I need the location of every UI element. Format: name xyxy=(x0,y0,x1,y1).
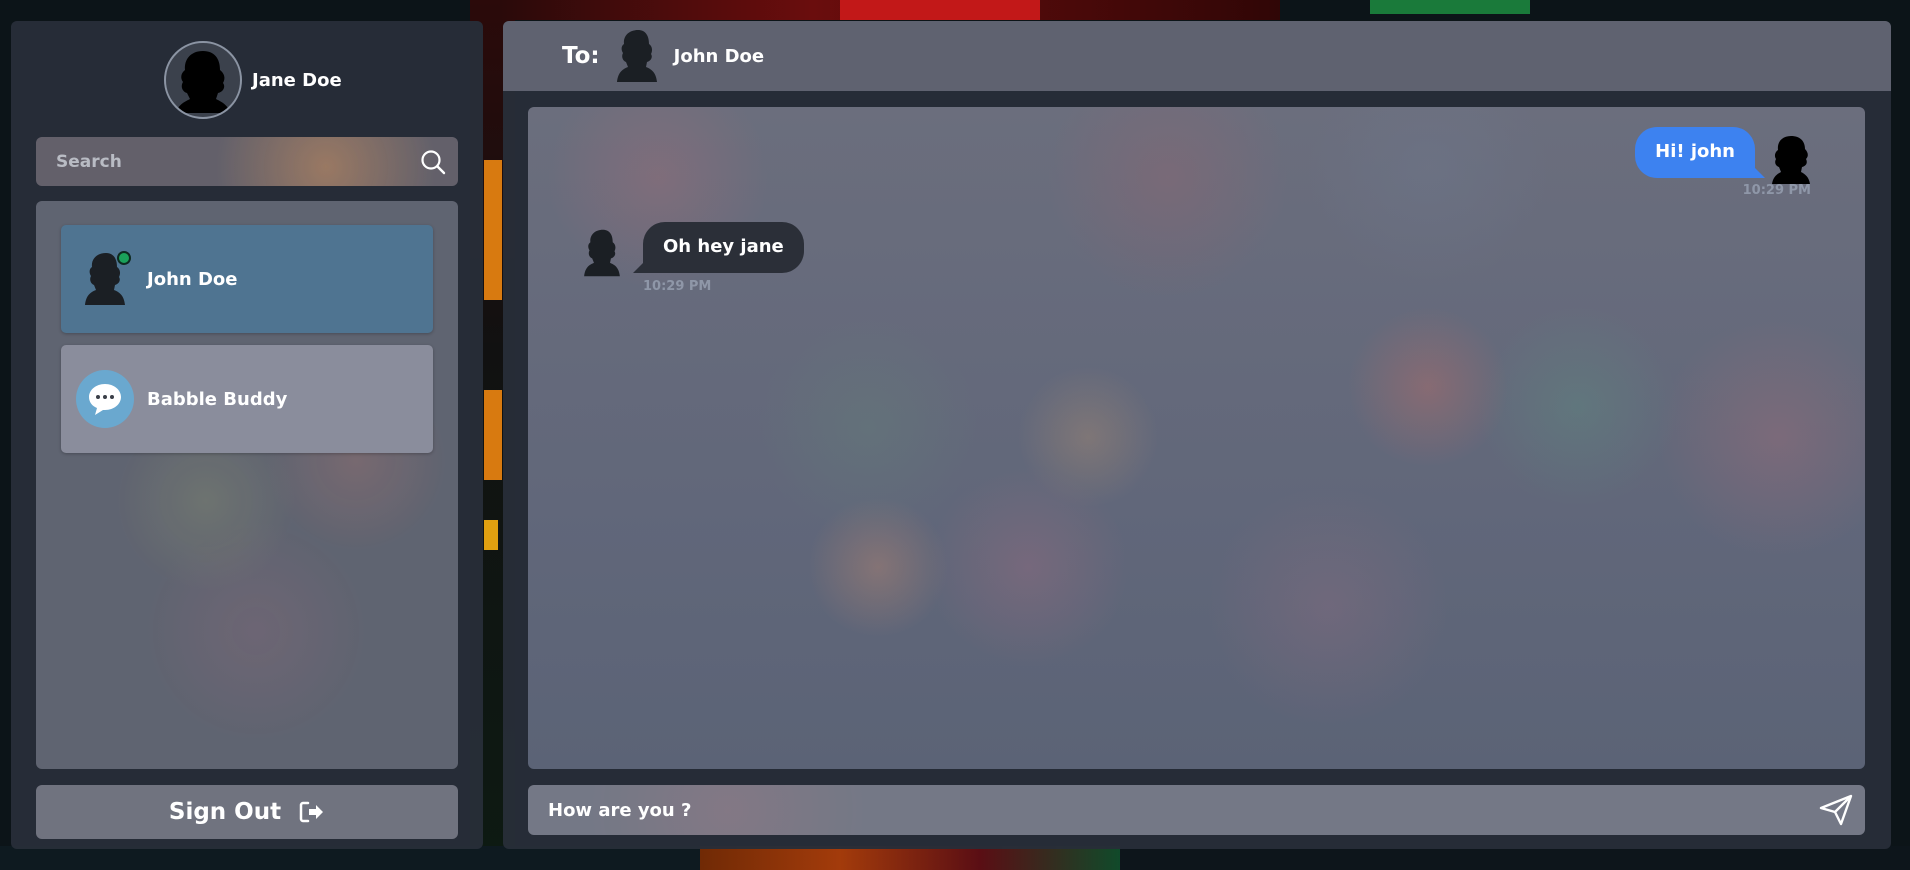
search-input[interactable] xyxy=(36,137,406,186)
recipient-name: John Doe xyxy=(673,45,765,67)
message-timestamp: 10:29 PM xyxy=(643,279,712,294)
message-bubble-incoming: Oh hey jane xyxy=(633,222,804,273)
online-status-indicator xyxy=(117,251,131,265)
user-profile: Jane Doe xyxy=(164,41,342,119)
message-input[interactable] xyxy=(528,785,1798,835)
contact-item-john-doe[interactable]: John Doe xyxy=(61,225,433,333)
contact-avatar xyxy=(75,249,135,309)
contact-avatar xyxy=(581,228,623,278)
message-composer xyxy=(528,785,1865,835)
sender-avatar xyxy=(1769,133,1813,185)
message-outgoing: Hi! john xyxy=(1635,127,1813,185)
user-avatar xyxy=(164,41,242,119)
search-box xyxy=(36,137,458,186)
sidebar: Jane Doe John Doe xyxy=(11,21,483,849)
user-name: Jane Doe xyxy=(252,69,342,91)
to-label: To: xyxy=(562,43,600,69)
contact-list: John Doe Babble Buddy xyxy=(36,201,458,769)
message-bubble-outgoing: Hi! john xyxy=(1635,127,1765,178)
send-icon[interactable] xyxy=(1819,794,1853,826)
search-icon[interactable] xyxy=(420,149,446,179)
chat-bubble-icon xyxy=(76,370,134,428)
recipient-avatar xyxy=(614,28,660,84)
contact-avatar xyxy=(75,369,135,429)
message-timestamp: 10:29 PM xyxy=(1742,183,1811,198)
sign-out-button[interactable]: Sign Out xyxy=(36,785,458,839)
chat-panel: To: John Doe Hi! john 10:29 PM Oh hey ja… xyxy=(503,21,1891,849)
chat-header: To: John Doe xyxy=(503,21,1891,91)
message-area: Hi! john 10:29 PM Oh hey jane 10:29 PM xyxy=(528,107,1865,769)
contact-item-babble-buddy[interactable]: Babble Buddy xyxy=(61,345,433,453)
sign-out-icon xyxy=(299,801,325,823)
contact-name: Babble Buddy xyxy=(147,388,288,410)
message-incoming: Oh hey jane xyxy=(581,222,804,278)
sign-out-label: Sign Out xyxy=(168,799,282,825)
contact-name: John Doe xyxy=(147,268,238,290)
